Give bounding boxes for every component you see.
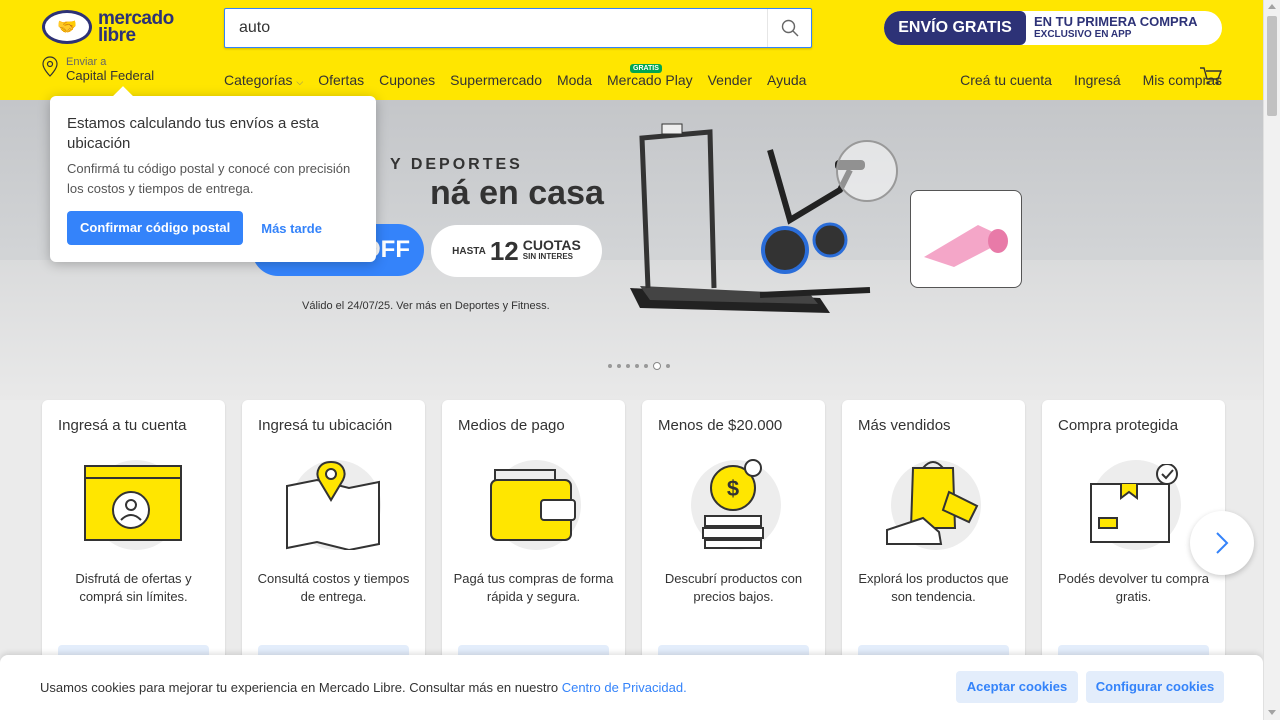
promo-badge: ENVÍO GRATIS <box>884 11 1026 45</box>
chevron-right-icon <box>1216 532 1229 554</box>
coins-icon: $ <box>702 459 764 549</box>
search-button[interactable] <box>767 9 811 47</box>
nav-vender[interactable]: Vender <box>708 72 752 88</box>
scroll-thumb[interactable] <box>1267 16 1277 116</box>
nav-moda[interactable]: Moda <box>557 72 592 88</box>
carousel-dot[interactable] <box>666 364 670 368</box>
logo-line2: libre <box>98 25 136 46</box>
carousel-dot-active[interactable] <box>653 362 661 370</box>
shipping-location-popup: Estamos calculando tus envíos a esta ubi… <box>50 86 376 262</box>
best-sellers-icon <box>886 461 979 545</box>
create-account-link[interactable]: Creá tu cuenta <box>960 72 1052 88</box>
configure-cookies-button[interactable]: Configurar cookies <box>1086 671 1224 703</box>
carousel-dot[interactable] <box>608 364 612 368</box>
gratis-badge: GRATIS <box>630 64 662 73</box>
user-nav: Creá tu cuenta Ingresá Mis compras <box>960 72 1222 88</box>
carousel-dot[interactable] <box>644 364 648 368</box>
protected-box-icon <box>1090 464 1178 543</box>
location-pin-icon <box>42 56 58 77</box>
hero-cuotas: HASTA 12 CUOTAS SIN INTERES <box>431 225 602 277</box>
card-account[interactable]: Ingresá a tu cuenta Disfrutá de ofertas … <box>42 400 225 680</box>
cart-icon <box>1200 67 1223 85</box>
card-best-sellers[interactable]: Más vendidos Explorá los productos que s… <box>842 400 1025 680</box>
yoga-mat-icon <box>924 225 1008 267</box>
free-shipping-promo[interactable]: ENVÍO GRATIS EN TU PRIMERA COMPRA EXCLUS… <box>884 11 1222 45</box>
card-low-prices[interactable]: Menos de $20.000 $ Descubrí productos co… <box>642 400 825 680</box>
privacy-center-link[interactable]: Centro de Privacidad. <box>562 680 687 695</box>
chevron-down-icon: ⌵ <box>296 77 304 87</box>
location-map-icon <box>286 460 380 550</box>
popup-title: Estamos calculando tus envíos a esta ubi… <box>67 115 319 152</box>
wallet-icon <box>490 469 576 541</box>
svg-text:$: $ <box>727 476 739 501</box>
nav-supermercado[interactable]: Supermercado <box>450 72 542 88</box>
confirm-postal-code-button[interactable]: Confirmar código postal <box>67 211 244 245</box>
popup-body: Confirmá tu código postal y conocé con p… <box>67 161 351 196</box>
later-button[interactable]: Más tarde <box>261 221 322 236</box>
search-input[interactable] <box>225 9 767 47</box>
shortcut-cards: Ingresá a tu cuenta Disfrutá de ofertas … <box>42 400 1225 680</box>
yoga-mat-image <box>910 190 1022 288</box>
page-scrollbar[interactable] <box>1263 0 1280 720</box>
scroll-down-arrow[interactable] <box>1268 710 1276 715</box>
carousel-next-button[interactable] <box>1190 511 1254 575</box>
account-icon <box>84 465 182 541</box>
nav-cupones[interactable]: Cupones <box>379 72 435 88</box>
card-location[interactable]: Ingresá tu ubicación Consultá costos y t… <box>242 400 425 680</box>
nav-categorias[interactable]: Categorías ⌵ <box>224 72 303 88</box>
location-value: Capital Federal <box>66 68 155 83</box>
stamp-badge <box>836 140 898 202</box>
main-nav: Categorías ⌵ Ofertas Cupones Supermercad… <box>224 72 806 88</box>
search-icon <box>781 19 798 37</box>
header: 🤝 mercado libre ENVÍO GRATIS EN TU PRIME… <box>0 0 1280 100</box>
handshake-icon: 🤝 <box>42 10 92 44</box>
carousel-dots <box>608 362 670 370</box>
carousel-dot[interactable] <box>635 364 639 368</box>
scroll-up-arrow[interactable] <box>1268 4 1276 9</box>
hero-subtitle: Y DEPORTES <box>390 156 523 173</box>
location-selector[interactable]: Enviar a Capital Federal <box>40 56 154 82</box>
cookie-text: Usamos cookies para mejorar tu experienc… <box>40 680 562 695</box>
hero-validity: Válido el 24/07/25. Ver más en Deportes … <box>302 300 550 312</box>
search-bar <box>224 8 812 48</box>
login-link[interactable]: Ingresá <box>1074 72 1121 88</box>
carousel-dot[interactable] <box>626 364 630 368</box>
hero-title: ná en casa <box>430 174 604 212</box>
carousel-dot[interactable] <box>617 364 621 368</box>
nav-ofertas[interactable]: Ofertas <box>318 72 364 88</box>
cart-button[interactable] <box>1199 66 1223 91</box>
cookie-banner: Usamos cookies para mejorar tu experienc… <box>0 655 1263 720</box>
nav-ayuda[interactable]: Ayuda <box>767 72 806 88</box>
accept-cookies-button[interactable]: Aceptar cookies <box>956 671 1078 703</box>
promo-line2: EXCLUSIVO EN APP <box>1034 29 1132 40</box>
promo-line1: EN TU PRIMERA COMPRA <box>1034 14 1198 29</box>
card-payment[interactable]: Medios de pago Pagá tus compras de forma… <box>442 400 625 680</box>
nav-mercado-play[interactable]: Mercado Play <box>607 72 693 88</box>
mercadolibre-logo[interactable]: 🤝 mercado libre <box>42 9 174 46</box>
